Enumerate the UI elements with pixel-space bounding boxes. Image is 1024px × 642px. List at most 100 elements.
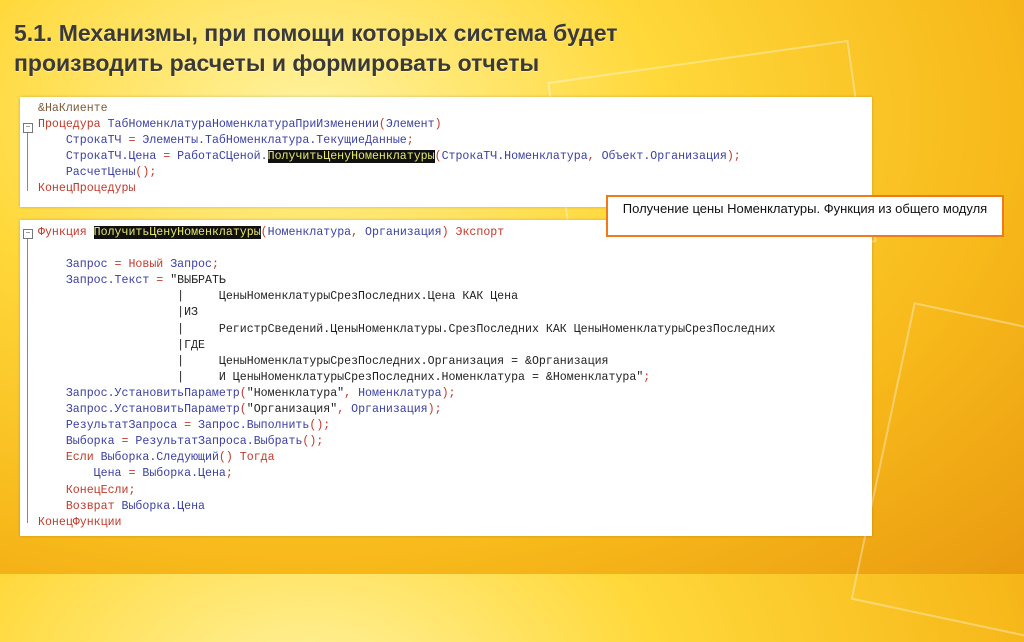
code-token: =: [156, 274, 171, 288]
code-line: |ГДЕ: [38, 338, 775, 354]
code-token: Выборка.Цена: [142, 467, 226, 481]
code-token: ;: [211, 258, 219, 272]
code-token: (: [378, 118, 386, 132]
code-token: | ЦеныНоменклатурыСрезПоследних.Организа…: [38, 354, 609, 368]
code-token: |ИЗ: [38, 306, 199, 320]
code-token: ;: [406, 134, 414, 148]
code-token: РезультатЗапроса: [38, 419, 185, 433]
code-token: (: [239, 386, 247, 400]
code-token: Организация: [365, 226, 442, 239]
code-token: Выборка.Цена: [121, 499, 206, 513]
code-token: "Номенклатура": [246, 386, 345, 400]
code-token: Номенклатура: [358, 386, 442, 400]
title-line-1: 5.1. Механизмы, при помощи которых систе…: [14, 20, 618, 46]
code-line: Запрос.УстановитьПараметр("Номенклатура"…: [38, 386, 775, 402]
code-token: =: [184, 419, 199, 433]
collapse-icon[interactable]: −: [23, 123, 33, 133]
code-block: Функция ПолучитьЦенуНоменклатуры(Номенкл…: [38, 225, 775, 531]
code-token: ;: [225, 467, 233, 481]
code-token: Выборка: [38, 435, 122, 449]
code-token: ,: [587, 150, 602, 164]
code-token: (: [434, 150, 442, 164]
fold-guide: [27, 239, 28, 523]
code-token: ,: [337, 403, 352, 417]
code-token: =: [128, 134, 143, 148]
code-token: Если: [38, 451, 101, 465]
code-line: КонецФункции: [38, 515, 775, 531]
code-line: РасчетЦены();: [38, 165, 741, 181]
code-token: =: [128, 467, 143, 481]
code-panel-function: − Функция ПолучитьЦенуНоменклатуры(Номен…: [20, 220, 872, 536]
code-line: Запрос.Текст = "ВЫБРАТЬ: [38, 273, 775, 289]
code-token: Функция: [38, 226, 94, 239]
code-token: =: [163, 150, 178, 164]
code-token: |ГДЕ: [38, 338, 205, 352]
code-token: "Организация": [246, 403, 338, 417]
code-token: РезультатЗапроса.Выбрать: [135, 435, 303, 449]
code-block: &НаКлиенте Процедура ТабНоменклатураНомен…: [38, 101, 741, 198]
slide-title: 5.1. Механизмы, при помощи которых систе…: [14, 18, 618, 78]
code-token: ,: [344, 386, 359, 400]
code-token: РаботаСЦеной.: [177, 150, 268, 164]
code-token: (: [260, 226, 268, 239]
fold-guide: [27, 133, 28, 191]
collapse-icon[interactable]: −: [23, 229, 33, 239]
code-token: Объект.Организация: [601, 150, 727, 164]
code-token: "ВЫБРАТЬ: [170, 274, 226, 288]
code-line: Если Выборка.Следующий() Тогда: [38, 450, 775, 466]
code-token: РасчетЦены: [38, 166, 136, 180]
background-decoration: [850, 302, 1024, 642]
code-token: | РегистрСведений.ЦеныНоменклатуры.СрезП…: [38, 322, 776, 336]
code-token: ();: [309, 419, 331, 433]
code-line: | ЦеныНоменклатурыСрезПоследних.Цена КАК…: [38, 289, 775, 305]
code-token: Запрос.Выполнить: [198, 419, 310, 433]
code-token: ПолучитьЦенуНоменклатуры: [93, 226, 261, 239]
code-token: ПолучитьЦенуНоменклатуры: [267, 150, 435, 164]
title-line-2: производить расчеты и формировать отчеты: [14, 50, 540, 76]
code-token: КонецФункции: [38, 515, 122, 529]
code-token: Процедура: [38, 118, 108, 132]
code-token: Элементы.ТабНоменклатура.ТекущиеДанные: [142, 134, 407, 148]
code-token: () Тогда: [218, 451, 275, 465]
code-token: КонецПроцедуры: [38, 182, 136, 196]
code-line: Цена = Выборка.Цена;: [38, 466, 775, 482]
code-token: );: [441, 386, 456, 400]
code-line: Запрос = Новый Запрос;: [38, 257, 775, 273]
code-token: Номенклатура: [267, 226, 352, 239]
code-token: Запрос.УстановитьПараметр: [38, 403, 240, 417]
code-line: Выборка = РезультатЗапроса.Выбрать();: [38, 434, 775, 450]
code-token: СтрокаТЧ.Цена: [38, 150, 164, 164]
code-token: ();: [135, 166, 157, 180]
code-line: СтрокаТЧ = Элементы.ТабНоменклатура.Теку…: [38, 133, 741, 149]
code-token: КонецЕсли;: [38, 483, 136, 497]
code-line: Возврат Выборка.Цена: [38, 499, 775, 515]
code-line: | ЦеныНоменклатурыСрезПоследних.Организа…: [38, 354, 775, 370]
code-token: Запрос.УстановитьПараметр: [38, 386, 240, 400]
code-line: РезультатЗапроса = Запрос.Выполнить();: [38, 418, 775, 434]
code-token: ): [434, 118, 442, 132]
code-token: Цена: [38, 467, 129, 481]
code-token: &НаКлиенте: [38, 102, 108, 115]
code-token: СтрокаТЧ: [38, 134, 129, 148]
code-token: Выборка.Следующий: [100, 451, 219, 465]
code-token: );: [427, 403, 442, 417]
code-token: | И ЦеныНоменклатурыСрезПоследних.Номенк…: [38, 370, 644, 384]
code-token: | ЦеныНоменклатурыСрезПоследних.Цена КАК…: [38, 290, 519, 304]
code-token: Запрос.Текст: [38, 274, 157, 288]
code-token: ) Экспорт: [441, 226, 505, 239]
code-line: Запрос.УстановитьПараметр("Организация",…: [38, 402, 775, 418]
callout-note: Получение цены Номенклатуры. Функция из …: [606, 195, 1004, 237]
code-line: Процедура ТабНоменклатураНоменклатураПри…: [38, 117, 741, 133]
code-token: );: [726, 150, 741, 164]
code-line: |ИЗ: [38, 305, 775, 321]
code-token: Запрос: [170, 258, 212, 272]
code-line: СтрокаТЧ.Цена = РаботаСЦеной.ПолучитьЦен…: [38, 149, 741, 165]
code-token: Возврат: [38, 499, 122, 513]
code-token: Элемент: [385, 118, 435, 132]
code-token: = Новый: [114, 258, 171, 272]
code-panel-procedure: − &НаКлиенте Процедура ТабНоменклатураНом…: [20, 97, 872, 207]
code-token: Организация: [351, 403, 428, 417]
code-token: СтрокаТЧ.Номенклатура: [441, 150, 588, 164]
code-line: &НаКлиенте: [38, 101, 741, 117]
